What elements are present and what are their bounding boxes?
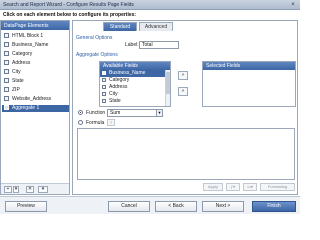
close-icon[interactable]: × [289, 1, 297, 9]
datapage-elements-panel: DataPage Elements HTML Block 1 Business_… [0, 20, 70, 195]
element-item-state[interactable]: State [4, 78, 68, 85]
function-label: Function [86, 110, 106, 116]
formula-editor[interactable] [77, 128, 295, 180]
window-title: Search and Report Wizard - Configure Res… [3, 2, 134, 8]
function-radio[interactable] [78, 110, 83, 115]
element-icon [4, 69, 9, 75]
delete-element-button[interactable]: ✕ [26, 186, 34, 193]
field-icon [102, 70, 106, 75]
element-item-zip[interactable]: ZIP [4, 87, 68, 94]
selected-fields-list[interactable]: Selected Fields [202, 61, 296, 107]
general-options-heading: General Options [76, 35, 113, 41]
insert-function-button[interactable]: ▭▾ [243, 183, 257, 191]
add-element-dropdown[interactable]: ▾ [13, 186, 19, 193]
insert-field-button[interactable]: ƒ▾ [226, 183, 240, 191]
add-field-button[interactable]: » [178, 71, 188, 80]
field-option-category[interactable]: Category [100, 77, 170, 84]
field-option-business-name[interactable]: Business_Name [100, 70, 170, 77]
element-item-category[interactable]: Category [4, 51, 68, 58]
back-button[interactable]: < Back [155, 201, 197, 212]
available-fields-scrollbar[interactable] [165, 70, 170, 106]
available-fields-header: Available Fields [100, 62, 170, 70]
field-option-state[interactable]: State [100, 98, 170, 105]
field-icon [102, 84, 106, 89]
cancel-button[interactable]: Cancel [108, 201, 150, 212]
selected-fields-header: Selected Fields [203, 62, 295, 70]
field-option-address[interactable]: Address [100, 84, 170, 91]
chevron-down-icon: ▼ [156, 110, 162, 116]
field-icon [102, 91, 106, 96]
remove-field-button[interactable]: « [178, 87, 188, 96]
datapage-elements-header: DataPage Elements [1, 21, 69, 30]
element-item-business-name[interactable]: Business_Name [4, 42, 68, 49]
wizard-footer: Preview Cancel < Back Next > Finish [0, 196, 300, 214]
scrollbar-thumb[interactable] [166, 72, 170, 94]
element-icon [4, 33, 9, 39]
element-icon [4, 60, 9, 66]
element-icon [4, 96, 9, 102]
formula-radio[interactable] [78, 120, 83, 125]
element-icon [4, 51, 9, 57]
tab-standard[interactable]: Standard [103, 22, 137, 31]
next-button[interactable]: Next > [202, 201, 244, 212]
available-fields-list[interactable]: Available Fields Business_Name Category … [99, 61, 171, 107]
elements-toolbar: + ▾ ✕ ▾ [1, 183, 69, 194]
label-caption: Label: [125, 42, 139, 48]
function-select[interactable]: Sum ▼ [107, 109, 163, 117]
element-item-html-block-1[interactable]: HTML Block 1 [4, 33, 68, 40]
element-item-city[interactable]: City [4, 69, 68, 76]
label-input[interactable]: Total [139, 41, 179, 49]
element-icon [4, 105, 9, 111]
apply-button[interactable]: Apply [203, 183, 223, 191]
element-icon [4, 42, 9, 48]
more-options-button[interactable]: ▾ [38, 186, 48, 193]
field-option-city[interactable]: City [100, 91, 170, 98]
add-element-button[interactable]: + [4, 186, 12, 193]
finish-button[interactable]: Finish [252, 201, 296, 212]
field-icon [102, 77, 106, 82]
element-icon [4, 87, 9, 93]
more-options-icon: ▾ [41, 186, 45, 192]
element-item-aggregate-1[interactable]: Aggregate 1 [2, 105, 69, 112]
window-title-bar: Search and Report Wizard - Configure Res… [0, 0, 300, 10]
element-item-website-address[interactable]: Website_Address [4, 96, 68, 103]
properties-panel: Standard Advanced General Options Label:… [72, 20, 298, 195]
preview-button[interactable]: Preview [5, 201, 47, 212]
aggregate-options-heading: Aggregate Options [76, 52, 118, 58]
element-icon [4, 78, 9, 84]
formatting-button[interactable]: Formatting [260, 183, 295, 191]
element-item-address[interactable]: Address [4, 60, 68, 67]
tab-advanced[interactable]: Advanced [139, 22, 173, 31]
field-icon [102, 98, 106, 103]
instruction-text: Click on each element below to configure… [3, 12, 137, 18]
formula-help-icon[interactable]: ? [107, 119, 115, 126]
formula-label: Formula [86, 120, 105, 126]
